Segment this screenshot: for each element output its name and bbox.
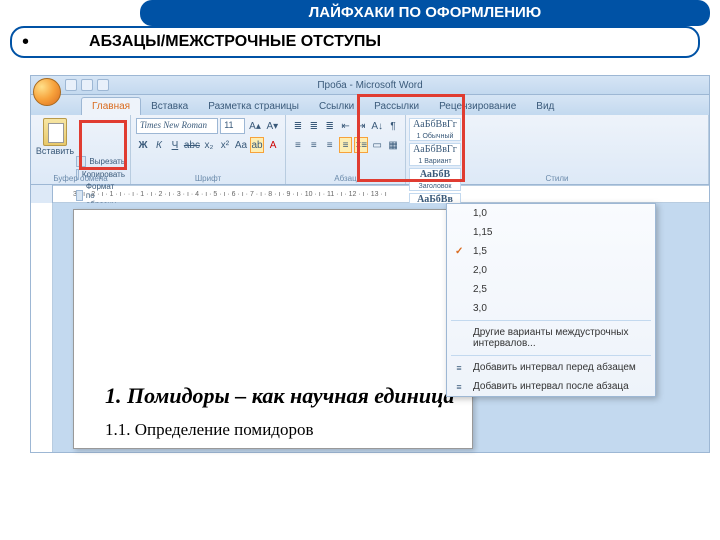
style-heading1[interactable]: АаБбВЗаголовок [409,168,461,191]
add-space-after[interactable]: ≡Добавить интервал после абзаца [447,377,655,396]
group-label-font: Шрифт [131,174,285,183]
tab-insert[interactable]: Вставка [141,98,198,115]
quick-access-toolbar [65,79,109,91]
qat-undo-icon[interactable] [81,79,93,91]
sort-icon[interactable]: A↓ [370,118,384,134]
align-center-icon[interactable]: ≡ [307,137,321,153]
menu-separator [451,355,651,356]
doc-heading-1-1: 1.1. Определение помидоров [105,420,313,440]
spacing-option-2-0[interactable]: 2,0 [447,261,655,280]
group-font: Times New Roman 11 A▴ A▾ Ж К Ч abc x₂ x²… [131,115,286,184]
spacing-option-1-15[interactable]: 1,15 [447,223,655,242]
numbering-icon[interactable]: ≣ [307,118,321,134]
brush-icon [76,190,83,201]
paste-label: Вставить [36,146,74,156]
tab-references[interactable]: Ссылки [309,98,364,115]
menu-separator [451,320,651,321]
paste-button[interactable]: Вставить [36,118,74,156]
line-spacing-menu: 1,0 1,15 1,5 2,0 2,5 3,0 Другие варианты… [446,203,656,397]
group-label-styles: Стили [545,174,568,183]
group-label-paragraph: Абзац [286,174,405,183]
group-clipboard: Вставить Вырезать Копировать Формат по о… [31,115,131,184]
horizontal-ruler[interactable]: 3 · ı · 2 · ı · 1 · ı · · ı · 1 · ı · 2 … [53,185,709,203]
tab-mailings[interactable]: Рассылки [364,98,429,115]
add-space-before[interactable]: ≡Добавить интервал перед абзацем [447,358,655,377]
tab-layout[interactable]: Разметка страницы [198,98,309,115]
bullets-icon[interactable]: ≣ [291,118,305,134]
ruler-corner [31,185,53,203]
superscript-button[interactable]: x² [218,137,232,153]
page[interactable] [73,209,473,449]
italic-button[interactable]: К [152,137,166,153]
spacing-more-options[interactable]: Другие варианты междустрочных интервалов… [447,323,655,353]
shrink-font-icon[interactable]: A▾ [265,118,280,134]
document-area: 1,0 1,15 1,5 2,0 2,5 3,0 Другие варианты… [30,203,710,453]
vertical-ruler[interactable] [31,203,53,452]
group-paragraph: ≣ ≣ ≣ ⇤ ⇥ A↓ ¶ ≡ ≡ ≡ ≡ ‡≡ ▭ ▦ Абзац [286,115,406,184]
ruler-area: 3 · ı · 2 · ı · 1 · ı · · ı · 1 · ı · 2 … [30,185,710,203]
line-spacing-button[interactable]: ‡≡ [354,137,368,153]
bold-button[interactable]: Ж [136,137,150,153]
ribbon-tabs: Главная Вставка Разметка страницы Ссылки… [30,95,710,115]
strike-button[interactable]: abc [184,137,200,153]
highlight-color-button[interactable]: ab [250,137,264,153]
pilcrow-icon[interactable]: ¶ [386,118,400,134]
underline-button[interactable]: Ч [168,137,182,153]
slide-title-banner: ЛАЙФХАКИ ПО ОФОРМЛЕНИЮ [140,0,710,26]
window-title: Проба - Microsoft Word [317,80,422,91]
grow-font-icon[interactable]: A▴ [247,118,262,134]
spacing-option-1-5[interactable]: 1,5 [447,242,655,261]
spacing-option-2-5[interactable]: 2,5 [447,280,655,299]
style-variant[interactable]: АаБбВвГг1 Вариант [409,143,461,166]
qat-save-icon[interactable] [65,79,77,91]
font-name-select[interactable]: Times New Roman [136,118,218,134]
scissors-icon [76,156,86,167]
tab-home[interactable]: Главная [81,97,141,115]
space-before-icon: ≡ [453,362,465,374]
shading-icon[interactable]: ▭ [370,137,384,153]
tab-review[interactable]: Рецензирование [429,98,526,115]
ribbon: Вставить Вырезать Копировать Формат по о… [30,115,710,185]
spacing-option-3-0[interactable]: 3,0 [447,299,655,318]
change-case-button[interactable]: Aa [234,137,248,153]
align-left-icon[interactable]: ≡ [291,137,305,153]
borders-icon[interactable]: ▦ [386,137,400,153]
group-styles: АаБбВвГг1 Обычный АаБбВвГг1 Вариант АаБб… [406,115,709,184]
group-label-clipboard: Буфер обмена [31,174,130,183]
cut-button[interactable]: Вырезать [76,156,125,167]
font-size-select[interactable]: 11 [220,118,245,134]
indent-dec-icon[interactable]: ⇤ [339,118,353,134]
style-normal[interactable]: АаБбВвГг1 Обычный [409,118,461,141]
bullet: • [22,31,29,54]
space-after-icon: ≡ [453,381,465,393]
slide-subtitle: АБЗАЦЫ/МЕЖСТРОЧНЫЕ ОТСТУПЫ [89,33,381,51]
font-color-button[interactable]: A [266,137,280,153]
align-justify-icon[interactable]: ≡ [339,137,353,153]
align-right-icon[interactable]: ≡ [323,137,337,153]
slide-subtitle-banner: • АБЗАЦЫ/МЕЖСТРОЧНЫЕ ОТСТУПЫ [10,26,700,58]
tab-view[interactable]: Вид [526,98,564,115]
doc-heading-1: 1. Помидоры – как научная единица [105,383,454,409]
slide-header: ЛАЙФХАКИ ПО ОФОРМЛЕНИЮ • АБЗАЦЫ/МЕЖСТРОЧ… [0,0,720,60]
qat-redo-icon[interactable] [97,79,109,91]
office-button[interactable] [33,78,61,106]
subscript-button[interactable]: x₂ [202,137,216,153]
titlebar: Проба - Microsoft Word [30,75,710,95]
multilevel-icon[interactable]: ≣ [323,118,337,134]
spacing-option-1-0[interactable]: 1,0 [447,204,655,223]
indent-inc-icon[interactable]: ⇥ [354,118,368,134]
paste-icon [43,118,67,146]
